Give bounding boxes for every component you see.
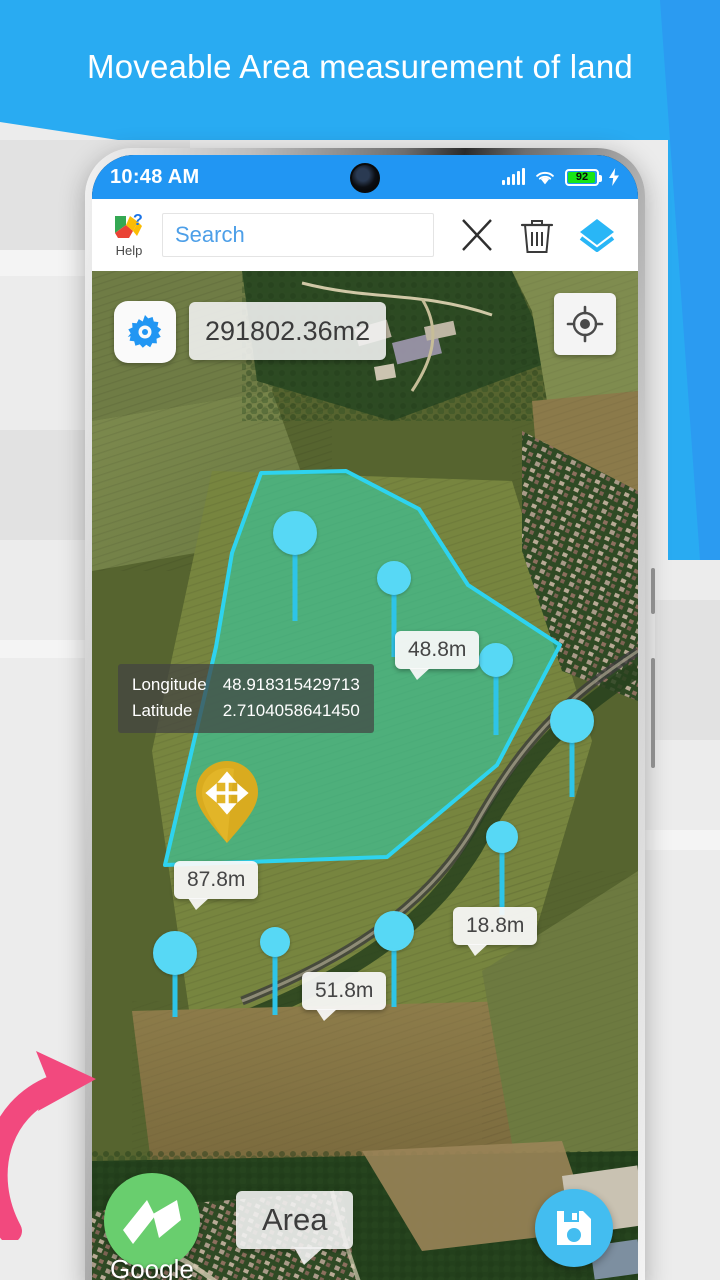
curved-pink-arrow-icon bbox=[0, 1051, 96, 1240]
distance-label: 18.8m bbox=[453, 907, 538, 956]
promo-title: Moveable Area measurement of land bbox=[87, 48, 633, 85]
polygon-vertex[interactable] bbox=[479, 643, 513, 735]
longitude-value: 48.918315429713 bbox=[222, 675, 360, 694]
move-arrows-icon bbox=[196, 761, 258, 843]
mode-tooltip: Area bbox=[236, 1191, 354, 1265]
battery-level: 92 bbox=[575, 171, 589, 183]
polygon-vertex[interactable] bbox=[550, 699, 594, 797]
longitude-label: Longitude bbox=[132, 675, 207, 694]
delete-button[interactable] bbox=[510, 208, 564, 262]
polygon-vertex[interactable] bbox=[273, 511, 317, 621]
move-handle[interactable] bbox=[194, 759, 260, 845]
save-button[interactable] bbox=[535, 1189, 613, 1267]
svg-text:?: ? bbox=[133, 212, 143, 229]
google-watermark: Google bbox=[110, 1254, 194, 1280]
save-floppy-icon bbox=[557, 1211, 591, 1245]
bg-decor-road bbox=[640, 830, 720, 850]
bg-decor-shape bbox=[655, 600, 720, 740]
charging-bolt-icon bbox=[609, 168, 619, 186]
phone-volume-button[interactable] bbox=[651, 658, 655, 768]
camera-notch bbox=[350, 163, 380, 193]
help-button[interactable]: ? Help bbox=[106, 212, 152, 258]
map-view[interactable]: 48.8m 87.8m 51.8m 18.8m Longitude 48.918… bbox=[92, 271, 638, 1280]
layers-icon bbox=[579, 219, 615, 252]
phone-screen: 10:48 AM 92 ? Help Search 48.8m 87.8m 51… bbox=[92, 155, 638, 1280]
phone-frame: 10:48 AM 92 ? Help Search 48.8m 87.8m 51… bbox=[85, 148, 655, 1280]
phone-side-button[interactable] bbox=[651, 568, 655, 614]
wifi-icon bbox=[536, 171, 554, 184]
my-location-icon bbox=[566, 305, 604, 343]
signal-bars-icon bbox=[502, 168, 525, 185]
my-location-button[interactable] bbox=[554, 293, 616, 355]
polygon-vertex[interactable] bbox=[486, 821, 518, 915]
latitude-value: 2.7104058641450 bbox=[222, 701, 360, 720]
gear-icon bbox=[127, 315, 162, 348]
close-button[interactable] bbox=[450, 208, 504, 262]
search-box[interactable] bbox=[162, 213, 463, 257]
coordinate-readout: Longitude 48.918315429713 Latitude 2.710… bbox=[118, 664, 374, 733]
search-input[interactable] bbox=[175, 222, 463, 248]
status-icons: 92 bbox=[502, 168, 620, 186]
close-x-icon bbox=[462, 219, 492, 251]
distance-label: 48.8m bbox=[395, 631, 480, 680]
app-bar: ? Help bbox=[92, 199, 638, 271]
app-bar-actions bbox=[450, 208, 624, 262]
settings-button[interactable] bbox=[114, 301, 176, 363]
latitude-label: Latitude bbox=[132, 701, 193, 720]
distance-label: 51.8m bbox=[302, 972, 387, 1021]
polygon-vertex[interactable] bbox=[260, 927, 290, 1015]
distance-label: 87.8m bbox=[174, 861, 259, 910]
polygon-vertex[interactable] bbox=[153, 931, 197, 1017]
area-value-chip: 291802.36m2 bbox=[189, 302, 387, 360]
battery-icon: 92 bbox=[565, 168, 602, 186]
trash-icon bbox=[520, 220, 554, 253]
layers-button[interactable] bbox=[570, 208, 624, 262]
status-time: 10:48 AM bbox=[110, 165, 200, 188]
maps-help-icon: ? bbox=[115, 212, 143, 238]
help-label: Help bbox=[115, 243, 143, 258]
